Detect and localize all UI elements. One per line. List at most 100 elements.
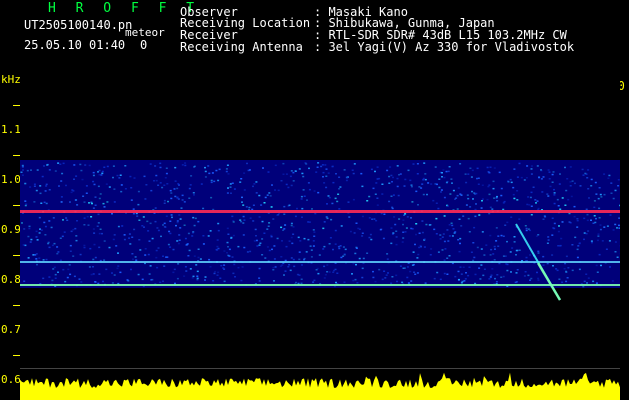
noise-speck	[454, 275, 457, 278]
noise-speck	[415, 223, 418, 225]
noise-speck	[230, 192, 232, 194]
noise-speck	[255, 181, 258, 183]
noise-speck	[378, 268, 381, 271]
noise-speck	[208, 258, 211, 261]
y-minor-tick	[13, 205, 20, 206]
noise-speck	[430, 248, 433, 250]
noise-speck	[409, 179, 412, 182]
noise-speck	[43, 221, 46, 224]
noise-speck	[285, 173, 288, 175]
noise-speck	[181, 164, 184, 166]
noise-speck	[227, 254, 230, 257]
noise-speck	[529, 279, 531, 281]
noise-speck	[157, 184, 160, 186]
noise-speck	[439, 278, 442, 281]
noise-speck	[85, 185, 88, 187]
noise-speck	[48, 169, 51, 171]
noise-speck	[240, 220, 243, 223]
noise-speck	[587, 169, 590, 171]
noise-speck	[71, 189, 74, 191]
noise-speck	[553, 194, 556, 196]
noise-speck	[452, 189, 455, 192]
noise-speck	[553, 222, 556, 225]
noise-speck	[352, 262, 355, 265]
noise-speck	[511, 247, 514, 249]
noise-speck	[516, 269, 519, 271]
noise-speck	[442, 233, 445, 235]
noise-speck	[618, 227, 620, 229]
noise-speck	[254, 228, 257, 231]
noise-speck	[527, 274, 530, 277]
noise-speck	[448, 255, 451, 257]
noise-speck	[179, 227, 182, 229]
noise-speck	[98, 197, 101, 200]
noise-speck	[129, 175, 132, 178]
noise-speck	[99, 193, 102, 195]
noise-speck	[98, 246, 101, 249]
noise-speck	[515, 272, 518, 274]
noise-speck	[493, 167, 496, 169]
noise-speck	[292, 226, 295, 228]
noise-speck	[154, 220, 157, 223]
noise-speck	[542, 176, 545, 178]
noise-speck	[477, 177, 480, 179]
noise-speck	[120, 190, 123, 193]
noise-speck	[58, 185, 60, 187]
noise-speck	[559, 173, 561, 175]
noise-speck	[259, 242, 262, 244]
freq-label: 0.9	[1, 223, 21, 236]
noise-speck	[417, 253, 420, 256]
noise-speck	[343, 169, 346, 171]
noise-speck	[149, 222, 152, 225]
noise-speck	[567, 198, 570, 201]
noise-speck	[60, 196, 63, 198]
noise-speck	[270, 234, 273, 237]
noise-speck	[423, 246, 426, 248]
noise-speck	[590, 240, 593, 242]
noise-speck	[606, 225, 609, 227]
noise-speck	[189, 184, 192, 186]
noise-speck	[272, 266, 275, 269]
noise-speck	[169, 220, 172, 222]
noise-speck	[118, 177, 121, 179]
noise-speck	[103, 166, 106, 168]
noise-speck	[361, 267, 364, 270]
noise-speck	[460, 194, 463, 196]
noise-speck	[100, 174, 103, 176]
noise-speck	[65, 217, 68, 219]
noise-speck	[137, 190, 140, 193]
noise-speck	[28, 225, 31, 228]
noise-speck	[117, 252, 119, 254]
noise-speck	[226, 241, 229, 244]
noise-speck	[133, 228, 136, 231]
noise-speck	[555, 268, 558, 270]
noise-speck	[441, 172, 443, 174]
noise-speck	[325, 186, 328, 189]
noise-speck	[156, 266, 159, 269]
noise-speck	[445, 181, 448, 184]
noise-speck	[272, 269, 275, 271]
noise-speck	[268, 192, 271, 194]
noise-speck	[96, 225, 99, 227]
noise-speck	[392, 194, 395, 196]
noise-speck	[542, 255, 545, 258]
noise-speck	[557, 205, 560, 207]
noise-speck	[177, 183, 180, 185]
noise-speck	[267, 225, 270, 227]
noise-speck	[269, 195, 272, 197]
noise-speck	[260, 204, 263, 206]
noise-speck	[412, 163, 415, 165]
noise-speck	[420, 187, 423, 189]
noise-speck	[538, 176, 541, 179]
noise-speck	[543, 215, 546, 217]
noise-speck	[332, 271, 335, 273]
noise-speck	[573, 205, 576, 208]
noise-speck	[394, 223, 397, 226]
noise-speck	[489, 206, 492, 209]
noise-speck	[434, 166, 437, 168]
noise-speck	[242, 234, 245, 236]
noise-speck	[518, 218, 521, 220]
noise-speck	[277, 189, 280, 192]
noise-speck	[486, 198, 489, 201]
noise-speck	[70, 230, 73, 233]
